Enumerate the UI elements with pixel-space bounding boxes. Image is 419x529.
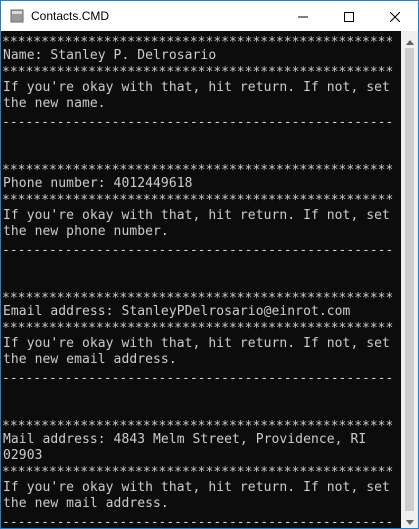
star-rule: ****************************************… [2,321,394,333]
scroll-up-button[interactable] [401,31,418,48]
vertical-scrollbar[interactable] [401,31,418,528]
title-bar[interactable]: Contacts.CMD [1,1,418,31]
star-rule: ****************************************… [2,419,394,431]
mail-prompt-line-2: the new mail address. [3,496,169,511]
scrollbar-thumb[interactable] [405,48,414,511]
mail-prompt-line-1: If you're okay with that, hit return. If… [3,480,390,495]
phone-prompt-line-2: the new phone number. [3,224,169,239]
scroll-down-button[interactable] [401,511,418,528]
star-rule: ****************************************… [2,163,394,175]
star-rule: ****************************************… [2,291,394,303]
close-icon [389,7,401,26]
mail-value-line: Mail address: 4843 Melm Street, Providen… [3,432,367,447]
chevron-up-icon [405,30,414,49]
window-title: Contacts.CMD [31,9,110,23]
window-controls [280,1,418,31]
dash-rule: ----------------------------------------… [2,115,394,127]
maximize-icon [344,7,354,26]
phone-prompt-line-1: If you're okay with that, hit return. If… [3,208,390,223]
star-rule: ****************************************… [2,465,394,477]
email-prompt-line-2: the new email address. [3,352,177,367]
chevron-down-icon [405,510,414,529]
dash-rule: ----------------------------------------… [2,515,394,527]
console-window: Contacts.CMD ***************************… [0,0,419,529]
star-rule: ****************************************… [2,193,394,205]
name-prompt-line-2: the new name. [3,96,106,111]
name-prompt-line-1: If you're okay with that, hit return. If… [3,80,390,95]
dash-rule: ----------------------------------------… [2,243,394,255]
console-output[interactable]: ****************************************… [1,31,401,528]
email-prompt-line-1: If you're okay with that, hit return. If… [3,336,390,351]
minimize-button[interactable] [280,1,326,31]
close-button[interactable] [372,1,418,31]
console-app-icon [9,8,25,24]
maximize-button[interactable] [326,1,372,31]
star-rule: ****************************************… [2,65,394,77]
star-rule: ****************************************… [2,35,394,47]
minimize-icon [298,7,308,26]
dash-rule: ----------------------------------------… [2,371,394,383]
